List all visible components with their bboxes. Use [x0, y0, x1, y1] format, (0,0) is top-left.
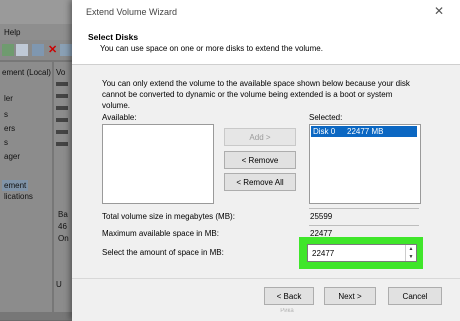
- watermark: Рика: [280, 308, 294, 314]
- space-amount-value[interactable]: 22477: [312, 249, 334, 258]
- add-button[interactable]: Add >: [224, 128, 296, 146]
- volume-row-icon: [56, 118, 68, 122]
- max-space-label: Maximum available space in MB:: [102, 229, 219, 238]
- volume-row-icon: [56, 82, 68, 86]
- selected-disk-name: Disk 0: [313, 127, 336, 136]
- tree-item[interactable]: ers: [4, 124, 15, 133]
- tree-item[interactable]: s: [4, 110, 8, 119]
- toolbar-icon-5[interactable]: [60, 44, 72, 56]
- header-subtitle: You can use space on one or more disks t…: [100, 44, 323, 53]
- toolbar-icon-3[interactable]: [32, 44, 44, 56]
- selected-listbox[interactable]: Disk 0 22477 MB: [309, 124, 421, 204]
- volume-row-icon: [56, 106, 68, 110]
- background-menubar: Help: [0, 24, 72, 40]
- background-toolbar: ✕: [0, 40, 72, 60]
- remove-button[interactable]: < Remove: [224, 151, 296, 169]
- volume-row-icon: [56, 142, 68, 146]
- disk-label: Ba: [58, 210, 68, 219]
- next-button[interactable]: Next >: [324, 287, 376, 305]
- total-size-label: Total volume size in megabytes (MB):: [102, 212, 235, 221]
- cancel-button[interactable]: Cancel: [388, 287, 442, 305]
- column-header[interactable]: Vo: [56, 68, 65, 77]
- disk-status: On: [58, 234, 69, 243]
- divider: [309, 208, 419, 209]
- stepper-up-icon[interactable]: ▲: [406, 245, 416, 253]
- info-note: You can only extend the volume to the av…: [102, 79, 410, 110]
- available-label: Available:: [102, 113, 137, 122]
- tree-item-selected[interactable]: ement: [2, 180, 29, 191]
- extend-volume-wizard: Extend Volume Wizard ✕ Select Disks You …: [72, 0, 460, 321]
- background-volume-list: Vo Ba 46 On U: [54, 62, 72, 312]
- delete-icon[interactable]: ✕: [48, 44, 60, 56]
- volume-row-icon: [56, 94, 68, 98]
- volume-row-icon: [56, 130, 68, 134]
- total-size-value: 25599: [310, 212, 333, 221]
- selected-disk-size: 22477 MB: [347, 127, 384, 136]
- wizard-titlebar: Extend Volume Wizard ✕: [72, 0, 460, 24]
- toolbar-icon-2[interactable]: [16, 44, 28, 56]
- remove-all-button[interactable]: < Remove All: [224, 173, 296, 191]
- divider: [309, 225, 419, 226]
- available-listbox[interactable]: [102, 124, 214, 204]
- space-amount-stepper[interactable]: 22477 ▲ ▼: [307, 244, 417, 262]
- tree-item[interactable]: ement (Local): [2, 68, 51, 77]
- disk-size: 46: [58, 222, 67, 231]
- background-titlebar: [0, 0, 72, 24]
- menu-help[interactable]: Help: [4, 28, 20, 37]
- tree-item[interactable]: ager: [4, 152, 20, 161]
- select-space-label: Select the amount of space in MB:: [102, 248, 224, 257]
- wizard-header: Select Disks You can use space on one or…: [72, 24, 460, 65]
- tree-item[interactable]: s: [4, 138, 8, 147]
- close-icon[interactable]: ✕: [430, 2, 448, 20]
- tree-item[interactable]: ler: [4, 94, 13, 103]
- back-button[interactable]: < Back: [264, 287, 314, 305]
- header-title: Select Disks: [88, 32, 139, 42]
- stepper-down-icon[interactable]: ▼: [406, 253, 416, 261]
- wizard-title: Extend Volume Wizard: [86, 7, 178, 17]
- selected-disk-item[interactable]: Disk 0 22477 MB: [311, 126, 417, 137]
- toolbar-icon-1[interactable]: [2, 44, 14, 56]
- selected-label: Selected:: [309, 113, 343, 122]
- stepper-arrows[interactable]: ▲ ▼: [405, 245, 416, 261]
- tree-item[interactable]: lications: [4, 192, 33, 201]
- background-tree-pane: ement (Local) ler s ers s ager ement lic…: [0, 62, 52, 312]
- legend-mark: U: [56, 280, 62, 289]
